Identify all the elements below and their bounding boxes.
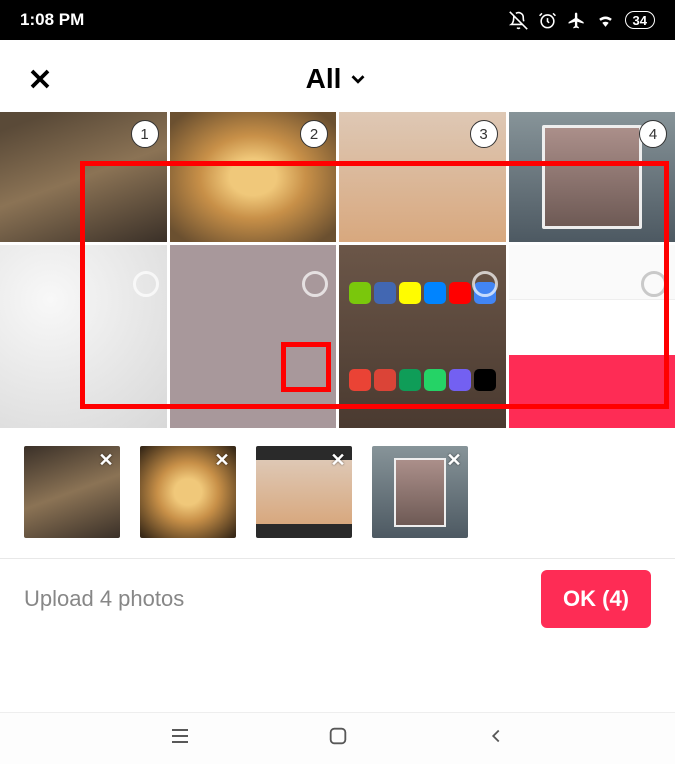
notification-off-icon <box>509 11 528 30</box>
tray-thumbnail[interactable]: ✕ <box>372 446 468 538</box>
photo-item[interactable]: 2 <box>170 112 337 242</box>
home-button[interactable] <box>327 725 349 752</box>
status-bar: 1:08 PM 34 <box>0 0 675 40</box>
selection-circle-icon <box>641 271 667 297</box>
header: All <box>0 42 675 112</box>
remove-thumbnail-icon[interactable]: ✕ <box>444 450 464 470</box>
tray-thumbnail[interactable]: ✕ <box>24 446 120 538</box>
battery-indicator: 34 <box>625 11 655 29</box>
back-button[interactable] <box>485 725 507 752</box>
selection-badge: 2 <box>300 120 328 148</box>
album-title: All <box>306 63 342 95</box>
selection-badge: 3 <box>470 120 498 148</box>
selected-tray: ✕ ✕ ✕ ✕ <box>0 428 675 558</box>
photo-item[interactable] <box>509 245 675 428</box>
battery-level: 34 <box>633 13 647 28</box>
upload-hint: Upload 4 photos <box>24 586 184 612</box>
chevron-down-icon <box>347 68 369 90</box>
status-time: 1:08 PM <box>20 10 84 30</box>
status-icons: 34 <box>509 11 655 30</box>
remove-thumbnail-icon[interactable]: ✕ <box>328 450 348 470</box>
selection-circle-icon <box>133 271 159 297</box>
selection-badge: 4 <box>639 120 667 148</box>
photo-item[interactable]: 4 <box>509 112 675 242</box>
recents-button[interactable] <box>168 724 192 753</box>
selection-circle-icon <box>302 271 328 297</box>
photo-item[interactable] <box>339 245 506 428</box>
photo-item[interactable]: 1 <box>0 112 167 242</box>
picker-sheet: All 1 2 3 4 <box>0 42 675 712</box>
remove-thumbnail-icon[interactable]: ✕ <box>212 450 232 470</box>
album-dropdown[interactable]: All <box>24 63 651 95</box>
tray-thumbnail[interactable]: ✕ <box>256 446 352 538</box>
wifi-icon <box>596 11 615 30</box>
alarm-icon <box>538 11 557 30</box>
selection-badge: 1 <box>131 120 159 148</box>
ok-button[interactable]: OK (4) <box>541 570 651 628</box>
photo-grid: 1 2 3 4 <box>0 112 675 428</box>
remove-thumbnail-icon[interactable]: ✕ <box>96 450 116 470</box>
selection-circle-icon <box>472 271 498 297</box>
photo-item[interactable] <box>170 245 337 428</box>
system-nav-bar <box>0 712 675 764</box>
tray-thumbnail[interactable]: ✕ <box>140 446 236 538</box>
photo-item[interactable] <box>0 245 167 428</box>
airplane-icon <box>567 11 586 30</box>
photo-item[interactable]: 3 <box>339 112 506 242</box>
footer: Upload 4 photos OK (4) <box>0 558 675 648</box>
